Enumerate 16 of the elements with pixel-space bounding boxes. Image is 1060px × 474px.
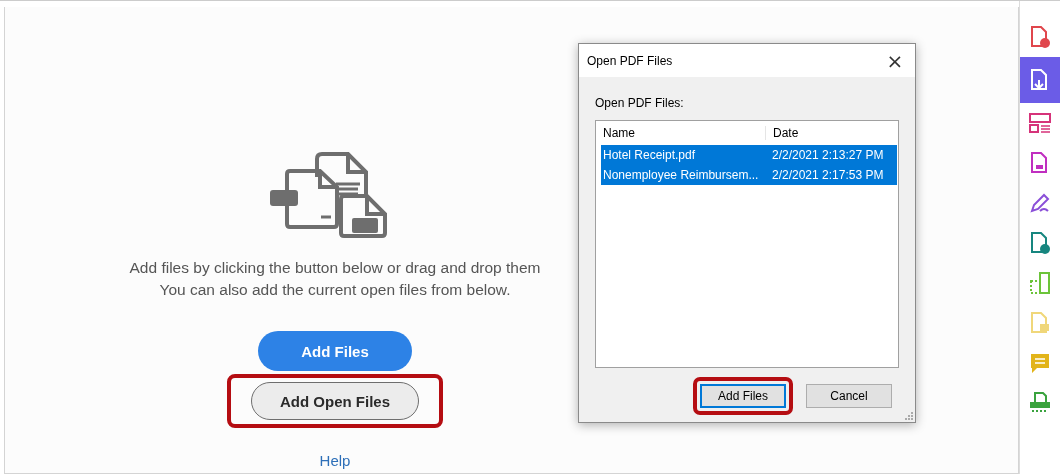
instruction-text: Add files by clicking the button below or drag and drop them xyxy=(129,258,541,278)
list-label: Open PDF Files: xyxy=(595,96,685,110)
column-header[interactable]: Name xyxy=(596,126,766,140)
tool-button[interactable] xyxy=(1020,57,1060,103)
dialog-button[interactable]: Cancel xyxy=(806,384,892,408)
add-open-files-button[interactable]: Add Open Files xyxy=(251,382,419,420)
file-row[interactable]: Hotel Receipt.pdf 2/2/2021 2:13:27 PM xyxy=(601,145,897,165)
column-header[interactable]: Date xyxy=(766,126,896,140)
add-files-button[interactable]: Add Files xyxy=(258,331,412,371)
dialog-button[interactable]: Add Files xyxy=(700,384,786,408)
file-row[interactable]: Nonemployee Reimbursem... 2/2/2021 2:17:53 PM xyxy=(601,165,897,185)
close-button[interactable]: × xyxy=(875,44,915,77)
instruction-text: You can also add the current open files from below. xyxy=(159,280,511,300)
resize-grip-icon[interactable] xyxy=(905,412,913,420)
help-link[interactable]: Help xyxy=(319,452,351,469)
dialog-title: Open PDF Files xyxy=(587,53,673,68)
